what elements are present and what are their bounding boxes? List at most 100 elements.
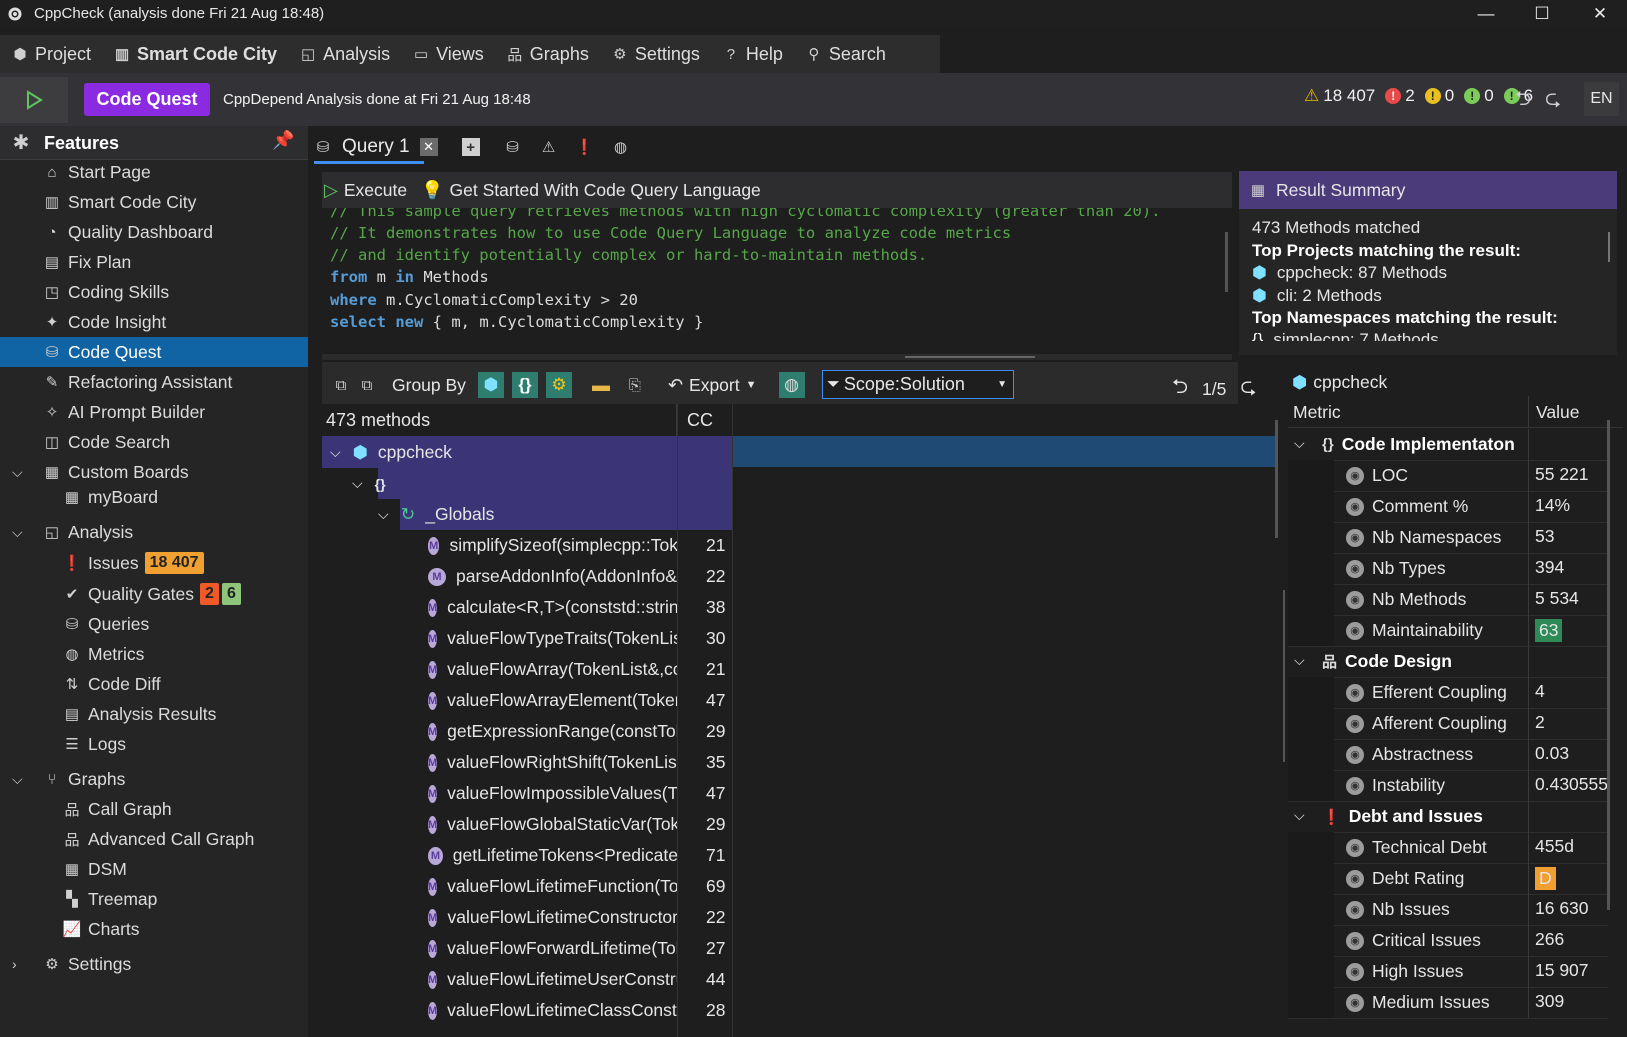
method-row[interactable]: MvalueFlowLifetimeUserConstru — [428, 964, 678, 995]
chevron-down-icon[interactable]: ⌵ — [378, 506, 389, 523]
query-editor[interactable]: // This sample query retrieves methods w… — [322, 208, 1227, 354]
col-metric-label[interactable]: Metric — [1293, 402, 1341, 423]
tree-namespace-row[interactable]: ⌵ {} — [352, 468, 386, 499]
method-row[interactable]: MvalueFlowForwardLifetime(Tol — [428, 933, 678, 964]
sidebar-item-charts[interactable]: 📈 Charts — [0, 914, 308, 944]
method-row[interactable]: MsimplifySizeof(simplecpp::Tok — [428, 530, 678, 561]
metric-row[interactable]: ◉ Maintainability 63 — [1288, 615, 1608, 647]
metric-row[interactable]: ◉ Comment % 14% — [1288, 491, 1608, 523]
chevron-down-icon[interactable]: ⌵ — [1294, 807, 1305, 824]
method-row[interactable]: MvalueFlowLifetimeConstructor — [428, 902, 678, 933]
menu-analysis[interactable]: ◱ Analysis — [288, 35, 401, 73]
metric-row[interactable]: ◉ High Issues 15 907 — [1288, 956, 1608, 988]
splitter[interactable] — [322, 354, 1232, 360]
chevron-right-icon[interactable]: › — [12, 956, 17, 972]
chevron-down-icon[interactable]: ⌵ — [352, 475, 363, 492]
folder-icon[interactable]: ▬ — [592, 375, 610, 396]
collapse-all-icon[interactable]: ⧉ — [358, 376, 376, 394]
sidebar-item-quality-dashboard[interactable]: ◔ Quality Dashboard — [0, 217, 308, 247]
tree-project-row[interactable]: ⌵ ⬢ cppcheck — [330, 437, 452, 468]
metric-row[interactable]: ◉ Nb Methods 5 534 — [1288, 584, 1608, 616]
col-value-label[interactable]: Value — [1536, 402, 1579, 423]
menu-help[interactable]: ? Help — [711, 35, 794, 73]
grid-scrollbar-2[interactable] — [1283, 590, 1285, 762]
chevron-down-icon[interactable]: ⌵ — [1294, 435, 1305, 452]
metrics-scrollbar[interactable] — [1607, 420, 1610, 910]
method-row[interactable]: MvalueFlowArray(TokenList&,cc — [428, 654, 678, 685]
sidebar-item-ai-prompt-builder[interactable]: ✧ AI Prompt Builder — [0, 397, 308, 427]
sidebar-item-settings[interactable]: › ⚙ Settings — [0, 949, 308, 979]
pin-icon[interactable]: 📌 — [272, 130, 294, 151]
method-row[interactable]: MvalueFlowLifetimeClassConstr — [428, 995, 678, 1026]
sidebar-item-logs[interactable]: ☰ Logs — [0, 729, 308, 759]
menu-settings[interactable]: ⚙ Settings — [600, 35, 711, 73]
sidebar-item-smart-code-city[interactable]: ▥ Smart Code City — [0, 187, 308, 217]
menu-graphs[interactable]: 品 Graphs — [495, 35, 600, 73]
method-row[interactable]: MvalueFlowTypeTraits(TokenList — [428, 623, 678, 654]
copy-icon[interactable]: ⎘ — [626, 376, 644, 394]
close-tab-icon[interactable]: ✕ — [419, 138, 438, 156]
minimize-button[interactable]: — — [1466, 2, 1506, 26]
language-button[interactable]: EN — [1584, 82, 1619, 116]
sidebar-item-advanced-call-graph[interactable]: 品 Advanced Call Graph — [0, 824, 308, 854]
group-type-icon[interactable]: ⚙ — [545, 372, 572, 398]
metric-row[interactable]: ◉ Efferent Coupling 4 — [1288, 677, 1608, 709]
rules-warning-icon[interactable]: ⚠ — [540, 138, 558, 156]
run-analysis-button[interactable] — [0, 77, 68, 123]
close-window-button[interactable]: ✕ — [1580, 2, 1620, 26]
sidebar-item-code-quest[interactable]: ⛁ Code Quest — [0, 337, 308, 367]
chevron-down-icon[interactable]: ⌵ — [12, 464, 23, 481]
sidebar-item-metrics[interactable]: ◍ Metrics — [0, 639, 308, 669]
issue-counters[interactable]: ⚠ 18 407 ! 2 ! 0 ! 0 ! 6 — [1304, 86, 1533, 106]
summary-scrollbar[interactable] — [1608, 232, 1610, 262]
method-row[interactable]: MvalueFlowGlobalStaticVar(Tok — [428, 809, 678, 840]
menu-search[interactable]: ⚲ Search — [794, 35, 897, 73]
menu-project[interactable]: ⬢ Project — [0, 35, 102, 73]
next-page-icon[interactable]: ⮎ — [1240, 372, 1256, 406]
tree-globals-row[interactable]: ⌵ ↻ _Globals — [378, 499, 494, 530]
metric-row[interactable]: ◉ Medium Issues 309 — [1288, 987, 1608, 1019]
method-row[interactable]: MvalueFlowArrayElement(Toker — [428, 685, 678, 716]
sidebar-item-quality-gates[interactable]: ✔ Quality Gates 2 6 — [0, 579, 308, 609]
expand-all-icon[interactable]: ⧉ — [332, 376, 350, 394]
method-row[interactable]: MparseAddonInfo(AddonInfo& — [428, 561, 678, 592]
method-row[interactable]: MvalueFlowLifetimeFunction(To — [428, 871, 678, 902]
splitter-grip[interactable] — [905, 356, 1035, 358]
back-arrow-icon[interactable]: ⮌ — [1515, 84, 1531, 118]
chevron-down-icon[interactable]: ⌵ — [12, 524, 23, 541]
metric-row[interactable]: ◉ Instability 0.430555 — [1288, 770, 1608, 802]
rules-critical-icon[interactable]: ❗ — [575, 138, 594, 156]
metric-row[interactable]: ◉ LOC 55 221 — [1288, 460, 1608, 492]
method-row[interactable]: MgetExpressionRange(constTok — [428, 716, 678, 747]
menu-smart-code-city[interactable]: ▥ Smart Code City — [102, 35, 288, 73]
forward-arrow-icon[interactable]: ⮎ — [1545, 84, 1561, 118]
metric-row[interactable]: ◉ Technical Debt 455d — [1288, 832, 1608, 864]
execute-button[interactable]: ▷ Execute — [324, 180, 407, 201]
filter-gauge-icon[interactable]: ◍ — [778, 372, 805, 398]
sidebar-item-analysis-results[interactable]: ▤ Analysis Results — [0, 699, 308, 729]
metric-row[interactable]: ◉ Critical Issues 266 — [1288, 925, 1608, 957]
method-row[interactable]: Mcalculate<R,T>(conststd::strin — [428, 592, 678, 623]
scope-dropdown[interactable]: ⏷ Scope:Solution ▼ — [822, 370, 1014, 399]
metric-section-row[interactable]: ⌵ 品 Code Design — [1288, 646, 1608, 678]
prev-page-icon[interactable]: ⮌ — [1172, 372, 1188, 406]
query-db-icon[interactable]: ⛁ — [504, 138, 522, 156]
sidebar-item-start-page[interactable]: ⌂ Start Page — [0, 157, 308, 187]
group-namespace-icon[interactable]: {} — [511, 372, 538, 398]
group-project-icon[interactable]: ⬢ — [477, 372, 504, 398]
code-quest-button[interactable]: Code Quest — [84, 83, 210, 116]
sidebar-item-dsm[interactable]: ▦ DSM — [0, 854, 308, 884]
sidebar-item-issues[interactable]: ❗ Issues 18 407 — [0, 548, 308, 578]
metric-row[interactable]: ◉ Nb Namespaces 53 — [1288, 522, 1608, 554]
count-badge[interactable]: 6 — [221, 583, 241, 605]
sidebar-item-code-search[interactable]: ◫ Code Search — [0, 427, 308, 457]
sidebar-item-queries[interactable]: ⛁ Queries — [0, 609, 308, 639]
method-row[interactable]: MgetLifetimeTokens<Predicate — [428, 840, 678, 871]
col-cc-header[interactable]: CC — [678, 404, 733, 436]
grid-scrollbar[interactable] — [1275, 420, 1278, 538]
sidebar-item-code-diff[interactable]: ⇅ Code Diff — [0, 669, 308, 699]
metric-row[interactable]: ◉ Nb Issues 16 630 — [1288, 894, 1608, 926]
sidebar-item-treemap[interactable]: ▚ Treemap — [0, 884, 308, 914]
export-button[interactable]: ↶ Export ▼ — [668, 375, 757, 396]
maximize-button[interactable]: ☐ — [1522, 2, 1562, 26]
